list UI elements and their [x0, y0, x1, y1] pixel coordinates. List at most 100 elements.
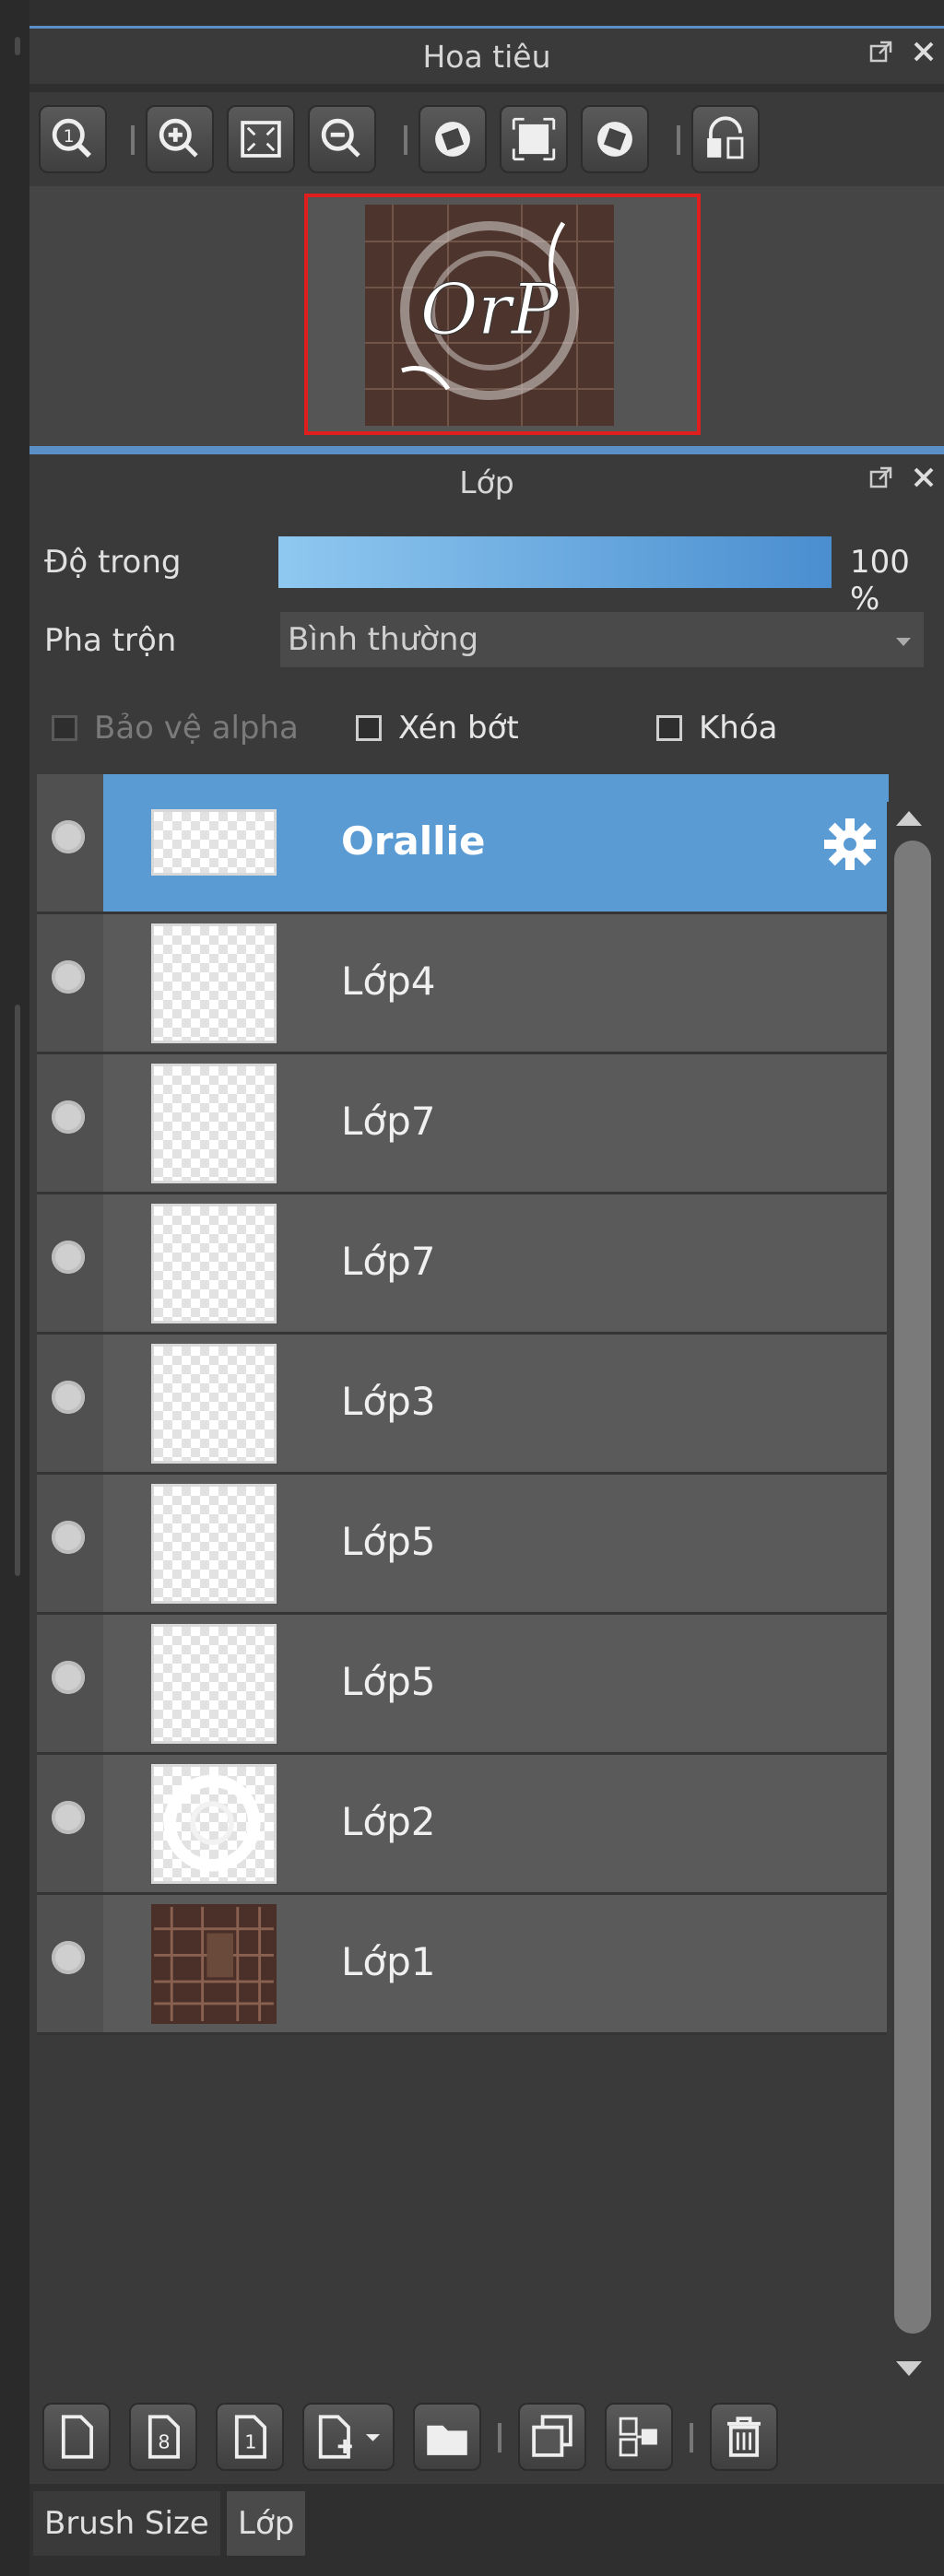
layers-list-area: Orallie Lớp4 Lớp7 Lớp7 Lớp3 Lớp5 Lớp5 Lớ… [30, 774, 944, 2396]
layer-name: Lớp7 [341, 1239, 436, 1284]
zoom-in-icon[interactable] [146, 105, 214, 173]
close-icon[interactable] [911, 36, 937, 62]
fit-screen-icon[interactable] [227, 105, 295, 173]
scrollbar-thumb[interactable] [894, 841, 931, 2334]
clip-checkbox[interactable]: Xén bớt [356, 710, 519, 747]
popout-icon[interactable] [868, 462, 894, 488]
scroll-down-icon[interactable] [896, 2361, 922, 2376]
toolbar-separator [677, 125, 680, 155]
close-icon[interactable] [911, 462, 937, 488]
layer-thumbnail [151, 1764, 277, 1884]
layer-thumbnail [151, 1624, 277, 1744]
layer-row[interactable]: Lớp5 [37, 1615, 889, 1755]
opacity-label: Độ trong [44, 544, 182, 581]
blend-mode-value: Bình thường [288, 621, 479, 658]
layers-scrollbar[interactable] [887, 802, 938, 2396]
layer-row[interactable]: Lớp7 [37, 1194, 889, 1335]
layer-thumbnail [151, 1204, 277, 1323]
opacity-value: 100 % [850, 544, 910, 618]
duplicate-layer-icon[interactable] [518, 2403, 586, 2471]
visibility-toggle-icon[interactable] [52, 1661, 85, 1694]
clip-label: Xén bớt [398, 710, 519, 747]
visibility-toggle-icon[interactable] [52, 1521, 85, 1554]
new-folder-icon[interactable] [413, 2403, 481, 2471]
visibility-toggle-icon[interactable] [52, 1941, 85, 1974]
bottom-tab-bar: Brush Size Lớp [30, 2484, 944, 2576]
layer-row[interactable]: Lớp2 [37, 1755, 889, 1895]
ring-thumbnail-art [163, 1774, 261, 1872]
photo-thumbnail-art [154, 1907, 274, 2021]
new-layer-icon[interactable] [42, 2403, 111, 2471]
layer-toolbar: 8 1 [30, 2392, 944, 2484]
svg-text:OrP: OrP [420, 268, 560, 350]
popout-icon[interactable] [868, 36, 894, 63]
chevron-down-icon [896, 638, 911, 646]
visibility-toggle-icon[interactable] [52, 1241, 85, 1274]
layer-row-selected[interactable]: Orallie [37, 774, 889, 914]
opacity-slider[interactable] [278, 536, 832, 588]
layer-row[interactable]: Lớp3 [37, 1335, 889, 1475]
navigator-preview-area: OrP [30, 186, 944, 446]
rotate-left-icon[interactable] [419, 105, 487, 173]
visibility-toggle-icon[interactable] [52, 1801, 85, 1834]
zoom-actual-icon[interactable]: 1 [39, 105, 107, 173]
toolbar-separator [131, 125, 135, 155]
blend-mode-select[interactable]: Bình thường [278, 610, 926, 669]
left-edge-strip [0, 0, 30, 2576]
new-1bit-layer-icon[interactable]: 1 [216, 2403, 284, 2471]
layers-title: Lớp [459, 464, 514, 500]
layer-thumbnail [151, 1344, 277, 1464]
layers-header: Lớp [30, 452, 944, 510]
layer-name: Lớp1 [341, 1939, 436, 1984]
blend-label: Pha trộn [44, 622, 177, 659]
layer-row[interactable]: Lớp7 [37, 1054, 889, 1194]
checkbox-box [656, 715, 682, 741]
toolbar-separator [690, 2423, 693, 2452]
zoom-out-icon[interactable] [308, 105, 376, 173]
gear-icon[interactable] [820, 815, 879, 874]
protect-alpha-label: Bảo vệ alpha [94, 710, 299, 747]
checkbox-box [356, 715, 382, 741]
visibility-toggle-icon[interactable] [52, 960, 85, 994]
layer-thumbnail [151, 923, 277, 1043]
new-8bit-layer-icon[interactable]: 8 [129, 2403, 197, 2471]
flip-horizontal-icon[interactable] [691, 105, 760, 173]
navigator-toolbar: 1 [30, 92, 944, 186]
scroll-up-icon[interactable] [896, 811, 922, 826]
toolbar-separator [404, 125, 407, 155]
layer-name: Orallie [341, 818, 486, 864]
visibility-toggle-icon[interactable] [52, 820, 85, 853]
layer-name: Lớp7 [341, 1099, 436, 1144]
svg-text:1: 1 [244, 2430, 256, 2452]
layer-thumbnail [151, 1064, 277, 1183]
visibility-toggle-icon[interactable] [52, 1100, 85, 1134]
layer-properties: Độ trong 100 % Pha trộn Bình thường Bảo … [30, 507, 944, 774]
layer-row[interactable]: Lớp5 [37, 1475, 889, 1615]
layer-name: Lớp4 [341, 959, 436, 1004]
merge-down-icon[interactable] [605, 2403, 673, 2471]
layer-thumbnail [151, 1484, 277, 1604]
layer-row[interactable]: Lớp1 [37, 1895, 889, 2035]
navigator-viewport-frame[interactable]: OrP [304, 194, 701, 435]
add-layer-menu-icon[interactable] [302, 2403, 395, 2471]
layer-thumbnail [151, 809, 277, 876]
tab-layer[interactable]: Lớp [227, 2491, 306, 2556]
layer-name: Lớp5 [341, 1659, 436, 1704]
lock-checkbox[interactable]: Khóa [656, 710, 777, 747]
tab-brush-size[interactable]: Brush Size [33, 2491, 220, 2556]
layer-row[interactable]: Lớp4 [37, 914, 889, 1054]
fit-window-icon[interactable] [500, 105, 568, 173]
left-edge-mark [15, 37, 20, 55]
rotate-right-icon[interactable] [581, 105, 649, 173]
navigator-title: Hoa tiêu [422, 38, 551, 75]
protect-alpha-checkbox[interactable]: Bảo vệ alpha [52, 710, 299, 747]
layer-name: Lớp3 [341, 1379, 436, 1424]
canvas-thumbnail: OrP [365, 205, 614, 426]
layer-list: Orallie Lớp4 Lớp7 Lớp7 Lớp3 Lớp5 Lớp5 Lớ… [37, 774, 889, 2035]
svg-text:1: 1 [64, 126, 75, 147]
delete-layer-icon[interactable] [710, 2403, 778, 2471]
layer-name: Lớp2 [341, 1799, 436, 1844]
visibility-toggle-icon[interactable] [52, 1381, 85, 1414]
left-scroll-bar[interactable] [15, 1005, 20, 1576]
svg-text:8: 8 [158, 2430, 170, 2452]
